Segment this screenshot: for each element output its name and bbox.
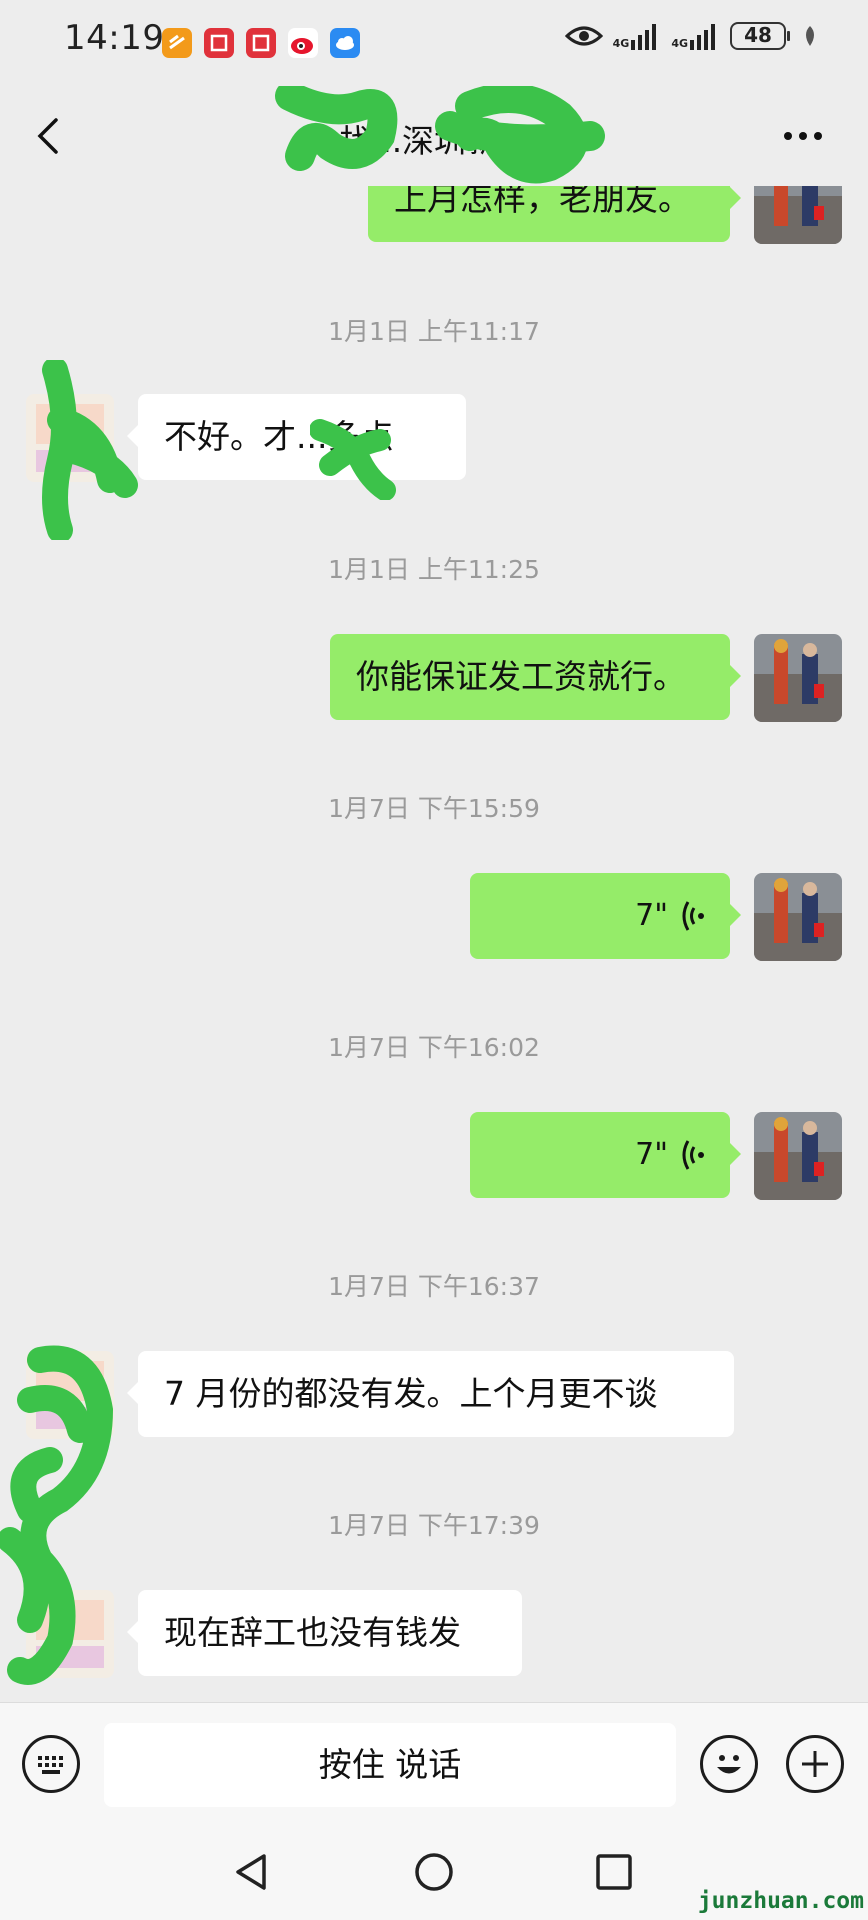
signal-bars [631,24,657,50]
keyboard-icon [38,1756,63,1774]
battery-icon: 48 [730,22,790,50]
cloud-icon [330,28,360,58]
battery-level: 48 [744,23,772,47]
message-text: 你能保证发工资就行。 [356,657,686,696]
network-type: 4G [671,37,688,50]
more-icon[interactable] [778,116,828,156]
signal-bars [690,24,715,50]
avatar-self[interactable] [754,1112,842,1200]
plus-button[interactable] [786,1735,844,1793]
message-bubble-outgoing[interactable]: 你能保证发工资就行。 [330,634,741,720]
hold-to-talk-button[interactable]: 按住 说话 [104,1723,676,1807]
plus-icon [802,1751,828,1777]
message-text: 7 月份的都没有发。上个月更不谈 [164,1374,658,1413]
recents-square-icon[interactable] [592,1850,636,1894]
contact-photo [26,1590,114,1678]
status-bar: 14:19 4G 4G 48 [0,0,868,86]
avatar-self[interactable] [754,634,842,722]
emoji-button[interactable] [700,1735,758,1793]
home-circle-icon[interactable] [412,1850,456,1894]
message-text: 不好。才...多点 [164,417,394,456]
avatar-contact[interactable] [26,1351,114,1439]
red-book-app-icon-2 [246,28,276,58]
contact-photo [26,394,114,482]
avatar-self[interactable] [754,873,842,961]
timestamp: 1月7日 下午16:37 [328,1272,540,1301]
self-photo [754,873,842,961]
emoji-icon [717,1755,741,1774]
message-bubble-incoming[interactable]: 现在辞工也没有钱发 [127,1590,522,1676]
voice-message-bubble[interactable]: 7" [470,1112,741,1198]
chat-title[interactable]: 找...深圳新... [0,116,868,162]
voice-duration: 7" [635,898,668,933]
voice-duration: 7" [635,1137,668,1172]
input-bar: 按住 说话 [0,1702,868,1823]
orange-app-icon [162,28,192,58]
voice-wave-icon [682,1140,704,1170]
leaf-icon [806,26,814,46]
self-photo [754,1112,842,1200]
weibo-icon [288,28,318,58]
voice-message-bubble[interactable]: 7" [470,873,741,959]
avatar-contact[interactable] [26,1590,114,1678]
eye-icon [564,26,603,46]
back-triangle-icon[interactable] [230,1850,274,1894]
timestamp: 1月1日 上午11:25 [328,555,540,584]
avatar-contact[interactable] [26,394,114,482]
message-bubble-incoming[interactable]: 7 月份的都没有发。上个月更不谈 [127,1351,734,1437]
message-bubble-incoming[interactable]: 不好。才...多点 [127,394,466,480]
network-type: 4G [612,37,630,50]
status-time: 14:19 [64,18,165,58]
timestamp: 1月7日 下午15:59 [328,794,540,823]
watermark: junzhuan.com [697,1888,864,1914]
chat-header: 找...深圳新... [0,86,868,186]
voice-wave-icon [682,901,704,931]
message-text: 现在辞工也没有钱发 [164,1613,461,1652]
contact-photo [26,1351,114,1439]
status-indicators: 4G 4G 48 [564,22,818,50]
chat-area[interactable]: 上月怎样，老朋友。 1月1日 上午11:17 不好。才...多点 1月1日 上午… [0,0,868,1702]
notification-icons [162,28,360,58]
signal-icon-2: 4G [671,22,720,50]
timestamp: 1月1日 上午11:17 [328,317,540,346]
timestamp: 1月7日 下午16:02 [328,1033,540,1062]
keyboard-toggle-button[interactable] [22,1735,80,1793]
self-photo [754,634,842,722]
system-nav-bar: junzhuan.com [0,1822,868,1920]
timestamp: 1月7日 下午17:39 [328,1511,540,1540]
signal-icon: 4G [613,22,662,50]
red-book-app-icon [204,28,234,58]
